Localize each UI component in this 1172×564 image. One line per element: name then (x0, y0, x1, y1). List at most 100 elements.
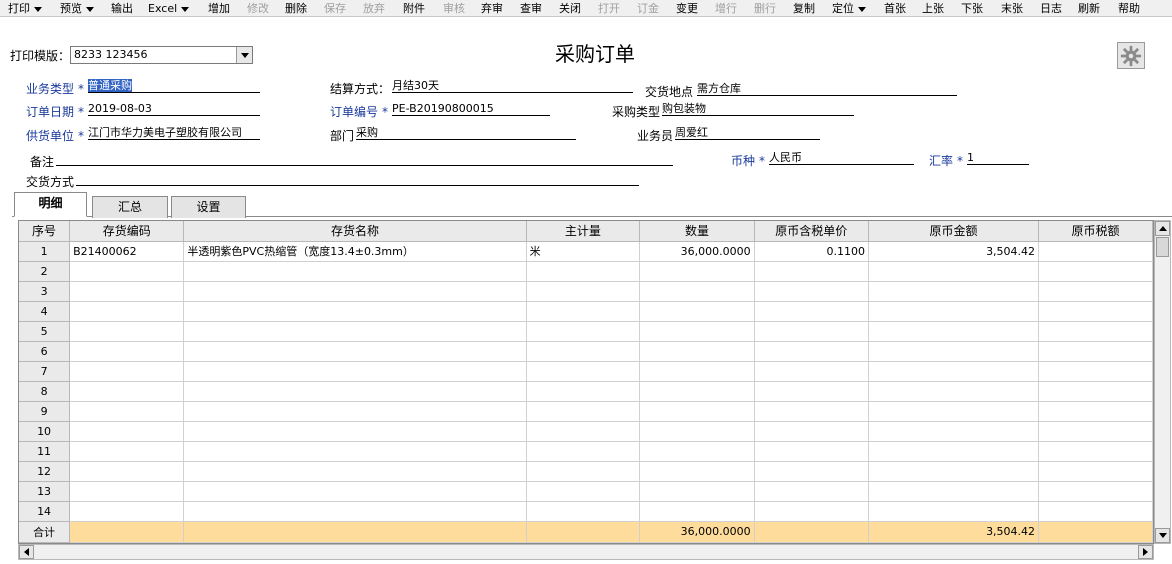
settlement-field[interactable]: 月结30天 (392, 79, 633, 93)
table-cell[interactable] (639, 301, 755, 322)
table-cell[interactable] (639, 321, 755, 342)
toolbar-button[interactable]: 删除 (285, 0, 307, 16)
toolbar-button[interactable]: 放弃 (363, 0, 385, 16)
chevron-down-icon[interactable] (858, 6, 866, 12)
toolbar-button[interactable]: 上张 (922, 0, 944, 16)
order-no-field[interactable]: PE-B20190800015 (392, 102, 550, 116)
order-date-field[interactable]: 2019-08-03 (88, 102, 260, 116)
table-cell[interactable] (526, 321, 641, 342)
settings-button[interactable] (1117, 42, 1145, 69)
column-header[interactable]: 原币税额 (1038, 221, 1153, 242)
column-header[interactable]: 主计量 (526, 221, 641, 242)
table-cell[interactable] (754, 461, 869, 482)
table-cell[interactable] (1038, 321, 1153, 342)
table-cell[interactable] (69, 281, 185, 302)
table-cell[interactable] (754, 321, 869, 342)
table-cell[interactable] (868, 501, 1040, 522)
tab-detail[interactable]: 明细 (14, 192, 87, 217)
table-cell[interactable] (526, 301, 641, 322)
delivery-method-field[interactable] (76, 172, 639, 186)
business-type-field[interactable]: 普通采购 (88, 79, 260, 93)
scroll-thumb[interactable] (1156, 237, 1169, 257)
chevron-down-icon[interactable] (34, 6, 42, 12)
salesperson-field[interactable]: 周爱红 (675, 126, 820, 140)
table-cell[interactable] (868, 261, 1040, 282)
toolbar-button[interactable]: 保存 (324, 0, 346, 16)
table-cell[interactable] (754, 401, 869, 422)
table-cell[interactable] (69, 461, 185, 482)
toolbar-button[interactable]: 增加 (208, 0, 230, 16)
table-cell[interactable] (639, 481, 755, 502)
table-cell[interactable] (183, 361, 527, 382)
table-cell[interactable] (754, 261, 869, 282)
table-cell[interactable] (526, 501, 641, 522)
table-row[interactable]: 3 (19, 281, 1153, 302)
toolbar-button[interactable]: 删行 (754, 0, 776, 16)
table-cell[interactable] (639, 341, 755, 362)
table-cell[interactable] (69, 401, 185, 422)
table-cell[interactable] (526, 441, 641, 462)
toolbar-button[interactable]: 复制 (793, 0, 815, 16)
table-cell[interactable] (754, 441, 869, 462)
table-cell[interactable] (183, 301, 527, 322)
table-cell[interactable] (868, 441, 1040, 462)
table-row[interactable]: 9 (19, 401, 1153, 422)
table-cell[interactable]: 3,504.42 (868, 241, 1040, 262)
table-cell[interactable] (69, 261, 185, 282)
table-cell[interactable] (69, 481, 185, 502)
tab-settings[interactable]: 设置 (171, 196, 246, 218)
table-cell[interactable] (868, 321, 1040, 342)
table-row[interactable]: 11 (19, 441, 1153, 462)
table-cell[interactable] (1038, 361, 1153, 382)
toolbar-button[interactable]: 输出 (111, 0, 133, 16)
column-header[interactable]: 存货名称 (183, 221, 527, 242)
table-cell[interactable] (868, 381, 1040, 402)
table-cell[interactable] (639, 361, 755, 382)
table-cell[interactable] (1038, 401, 1153, 422)
table-cell[interactable]: B21400062 (69, 241, 185, 262)
table-cell[interactable] (868, 421, 1040, 442)
toolbar-button[interactable]: 首张 (884, 0, 906, 16)
table-cell[interactable] (754, 301, 869, 322)
table-cell[interactable] (183, 441, 527, 462)
table-cell[interactable] (1038, 461, 1153, 482)
scroll-right-button[interactable] (1138, 545, 1153, 559)
table-cell[interactable] (526, 361, 641, 382)
table-cell[interactable] (639, 501, 755, 522)
currency-field[interactable]: 人民币 (769, 151, 914, 165)
table-cell[interactable] (639, 281, 755, 302)
table-cell[interactable] (183, 481, 527, 502)
table-cell[interactable] (69, 421, 185, 442)
toolbar-button[interactable]: 变更 (676, 0, 698, 16)
toolbar-button[interactable]: 定位 (832, 0, 866, 16)
scroll-up-button[interactable] (1155, 221, 1170, 236)
table-cell[interactable] (526, 401, 641, 422)
table-cell[interactable] (526, 381, 641, 402)
table-row[interactable]: 8 (19, 381, 1153, 402)
column-header[interactable]: 原币金额 (868, 221, 1040, 242)
table-cell[interactable] (526, 261, 641, 282)
table-cell[interactable] (69, 361, 185, 382)
table-cell[interactable] (868, 281, 1040, 302)
table-cell[interactable]: 半透明紫色PVC热缩管（宽度13.4±0.3mm） (183, 241, 527, 262)
table-cell[interactable] (1038, 441, 1153, 462)
toolbar-button[interactable]: 增行 (715, 0, 737, 16)
table-cell[interactable] (754, 421, 869, 442)
table-cell[interactable] (69, 501, 185, 522)
supplier-field[interactable]: 江门市华力美电子塑胶有限公司 (88, 126, 260, 140)
table-cell[interactable] (183, 501, 527, 522)
table-cell[interactable] (639, 441, 755, 462)
scroll-left-button[interactable] (19, 545, 34, 559)
table-row[interactable]: 12 (19, 461, 1153, 482)
print-template-select[interactable]: 8233 123456 (70, 46, 253, 64)
table-cell[interactable] (868, 301, 1040, 322)
table-row[interactable]: 14 (19, 501, 1153, 522)
department-field[interactable]: 采购 (356, 126, 576, 140)
toolbar-button[interactable]: 审核 (443, 0, 465, 16)
table-cell[interactable] (1038, 481, 1153, 502)
toolbar-button[interactable]: 打印 (8, 0, 42, 16)
table-cell[interactable] (183, 341, 527, 362)
table-cell[interactable]: 0.1100 (754, 241, 869, 262)
toolbar-button[interactable]: 预览 (60, 0, 94, 16)
table-cell[interactable] (526, 421, 641, 442)
